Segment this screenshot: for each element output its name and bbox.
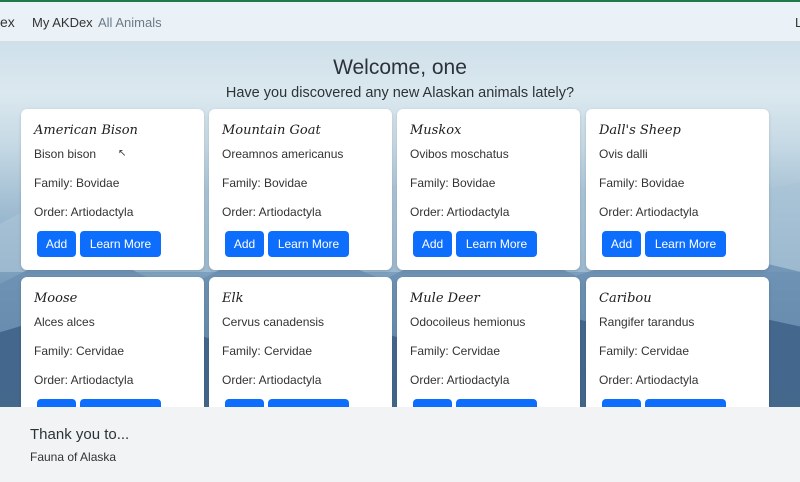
mouse-cursor-icon: ↖ [118, 148, 127, 159]
add-button[interactable]: Add [225, 399, 264, 407]
animal-card-muskox: Muskox Ovibos moschatus Family: Bovidae … [397, 109, 580, 270]
animal-name: Elk [222, 291, 244, 306]
welcome-heading: Welcome, one [333, 56, 467, 79]
animal-card-mule-deer: Mule Deer Odocoileus hemionus Family: Ce… [397, 277, 580, 407]
animal-name: American Bison [34, 123, 138, 138]
add-button[interactable]: Add [225, 231, 264, 257]
learn-more-button[interactable]: Learn More [268, 399, 349, 407]
scientific-name: Ovibos moschatus [410, 147, 509, 161]
animal-family: Family: Bovidae [599, 176, 685, 190]
learn-more-button[interactable]: Learn More [645, 399, 726, 407]
animal-order: Order: Artiodactyla [222, 205, 322, 219]
animal-name: Muskox [410, 123, 462, 138]
learn-more-button[interactable]: Learn More [456, 399, 537, 407]
animal-order: Order: Artiodactyla [222, 373, 322, 387]
animal-card-caribou: Caribou Rangifer tarandus Family: Cervid… [586, 277, 769, 407]
animal-name: Mountain Goat [222, 123, 321, 138]
animal-order: Order: Artiodactyla [34, 373, 134, 387]
animal-family: Family: Bovidae [222, 176, 308, 190]
animal-name: Caribou [599, 291, 652, 306]
animal-card-mountain-goat: Mountain Goat Oreamnos americanus Family… [209, 109, 392, 270]
learn-more-button[interactable]: Learn More [80, 231, 161, 257]
animal-order: Order: Artiodactyla [34, 205, 134, 219]
animal-name: Mule Deer [410, 291, 480, 306]
animal-order: Order: Artiodactyla [599, 205, 699, 219]
add-button[interactable]: Add [37, 399, 76, 407]
add-button[interactable]: Add [413, 231, 452, 257]
animal-order: Order: Artiodactyla [599, 373, 699, 387]
footer-credit: Fauna of Alaska [30, 450, 117, 464]
animal-family: Family: Cervidae [599, 344, 690, 358]
hero-section: Welcome, one Have you discovered any new… [0, 42, 800, 407]
animal-card-elk: Elk Cervus canadensis Family: Cervidae O… [209, 277, 392, 407]
animal-name: Moose [34, 291, 78, 306]
animal-family: Family: Bovidae [410, 176, 496, 190]
add-button[interactable]: Add [602, 399, 641, 407]
footer-title: Thank you to... [30, 426, 130, 443]
footer: Thank you to... Fauna of Alaska [0, 407, 800, 482]
animal-family: Family: Cervidae [34, 344, 125, 358]
animal-family: Family: Bovidae [34, 176, 120, 190]
add-button[interactable]: Add [413, 399, 452, 407]
animal-card-moose: Moose Alces alces Family: Cervidae Order… [21, 277, 204, 407]
animal-name: Dall's Sheep [599, 123, 681, 138]
learn-more-button[interactable]: Learn More [456, 231, 537, 257]
scientific-name: Oreamnos americanus [222, 147, 344, 161]
navbar: ex My AKDex All Animals L [0, 2, 800, 42]
nav-link-my-akdex[interactable]: My AKDex [32, 15, 93, 30]
animal-family: Family: Cervidae [410, 344, 501, 358]
nav-right-link[interactable]: L [795, 15, 800, 30]
animal-order: Order: Artiodactyla [410, 205, 510, 219]
scientific-name: Bison bison [34, 147, 97, 161]
scientific-name: Rangifer tarandus [599, 315, 695, 329]
learn-more-button[interactable]: Learn More [645, 231, 726, 257]
add-button[interactable]: Add [602, 231, 641, 257]
animal-family: Family: Cervidae [222, 344, 313, 358]
scientific-name: Alces alces [34, 315, 95, 329]
nav-link-all-animals[interactable]: All Animals [98, 15, 162, 30]
animal-card-american-bison: American Bison Bison bison Family: Bovid… [21, 109, 204, 270]
welcome-subtitle: Have you discovered any new Alaskan anim… [225, 85, 575, 101]
animal-card-dalls-sheep: Dall's Sheep Ovis dalli Family: Bovidae … [586, 109, 769, 270]
scientific-name: Ovis dalli [599, 147, 648, 161]
brand-logo-text[interactable]: ex [0, 14, 15, 30]
scientific-name: Odocoileus hemionus [410, 315, 526, 329]
scientific-name: Cervus canadensis [222, 315, 325, 329]
learn-more-button[interactable]: Learn More [80, 399, 161, 407]
animal-order: Order: Artiodactyla [410, 373, 510, 387]
learn-more-button[interactable]: Learn More [268, 231, 349, 257]
add-button[interactable]: Add [37, 231, 76, 257]
